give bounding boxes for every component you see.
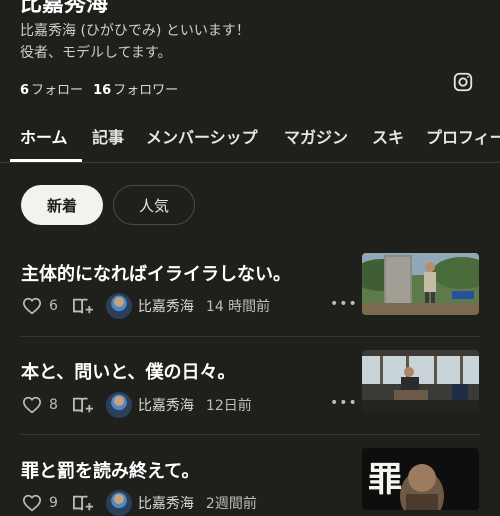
tab-magazine[interactable]: マガジン xyxy=(284,124,348,148)
like-count: 9 xyxy=(49,495,58,511)
article-title[interactable]: 本と、問いと、僕の日々。 xyxy=(21,358,236,384)
tab-profile[interactable]: プロフィー xyxy=(426,124,500,148)
tabs-divider xyxy=(0,162,500,163)
profile-name: 比嘉秀海 xyxy=(20,0,109,17)
avatar[interactable] xyxy=(105,293,132,319)
post-time: 2週間前 xyxy=(205,496,257,512)
divider xyxy=(20,336,480,337)
tab-articles[interactable]: 記事 xyxy=(92,124,124,148)
tab-membership[interactable]: メンバーシップ xyxy=(146,124,258,148)
avatar[interactable] xyxy=(105,392,132,418)
article-title[interactable]: 罪と罰を読み終えて。 xyxy=(21,457,200,483)
post-time: 12日前 xyxy=(205,398,252,414)
heart-icon[interactable] xyxy=(22,396,42,414)
heart-icon[interactable] xyxy=(22,297,42,315)
more-options-icon[interactable]: ••• xyxy=(330,395,358,411)
article-meta: 9 比嘉秀海 2週間前 xyxy=(22,490,257,516)
article-thumbnail[interactable] xyxy=(362,350,479,412)
tab-likes[interactable]: スキ xyxy=(372,124,404,148)
profile-tabs: ホーム 記事 メンバーシップ マガジン スキ プロフィー xyxy=(0,118,500,162)
article-thumbnail[interactable] xyxy=(362,253,479,315)
followers-label[interactable]: フォロワー xyxy=(113,83,178,98)
heart-icon[interactable] xyxy=(22,494,42,512)
tab-home[interactable]: ホーム xyxy=(20,124,68,148)
article-meta: 8 比嘉秀海 12日前 xyxy=(22,392,252,418)
article-thumbnail[interactable]: 罪 罰 xyxy=(362,448,479,510)
followers-count[interactable]: 16 xyxy=(93,83,111,98)
following-label[interactable]: フォロー xyxy=(31,83,83,98)
thumbnail-text: 罪 罰 xyxy=(368,460,479,500)
add-to-magazine-icon[interactable] xyxy=(72,395,94,415)
add-to-magazine-icon[interactable] xyxy=(72,296,94,316)
add-to-magazine-icon[interactable] xyxy=(72,493,94,513)
author-name[interactable]: 比嘉秀海 xyxy=(138,493,194,513)
follow-stats: 6 フォロー 16 フォロワー xyxy=(20,79,178,98)
bio-line-1: 比嘉秀海 (ひがひでみ) といいます！ xyxy=(20,23,250,39)
filter-new-button[interactable]: 新着 xyxy=(21,185,103,225)
filter-popular-button[interactable]: 人気 xyxy=(113,185,195,225)
profile-bio: 比嘉秀海 (ひがひでみ) といいます！ 役者、モデルしてます。 xyxy=(20,20,250,64)
like-count: 8 xyxy=(49,397,58,413)
following-count[interactable]: 6 xyxy=(20,83,29,98)
article-meta: 6 比嘉秀海 14 時間前 xyxy=(22,293,271,319)
instagram-icon[interactable] xyxy=(452,71,474,93)
author-name[interactable]: 比嘉秀海 xyxy=(138,395,194,415)
author-name[interactable]: 比嘉秀海 xyxy=(138,296,194,316)
article-title[interactable]: 主体的になればイライラしない。 xyxy=(21,260,291,286)
more-options-icon[interactable]: ••• xyxy=(330,296,358,312)
like-count: 6 xyxy=(49,298,58,314)
avatar[interactable] xyxy=(105,490,132,516)
post-time: 14 時間前 xyxy=(205,299,271,315)
divider xyxy=(20,434,480,435)
bio-line-2: 役者、モデルしてます。 xyxy=(20,45,172,61)
